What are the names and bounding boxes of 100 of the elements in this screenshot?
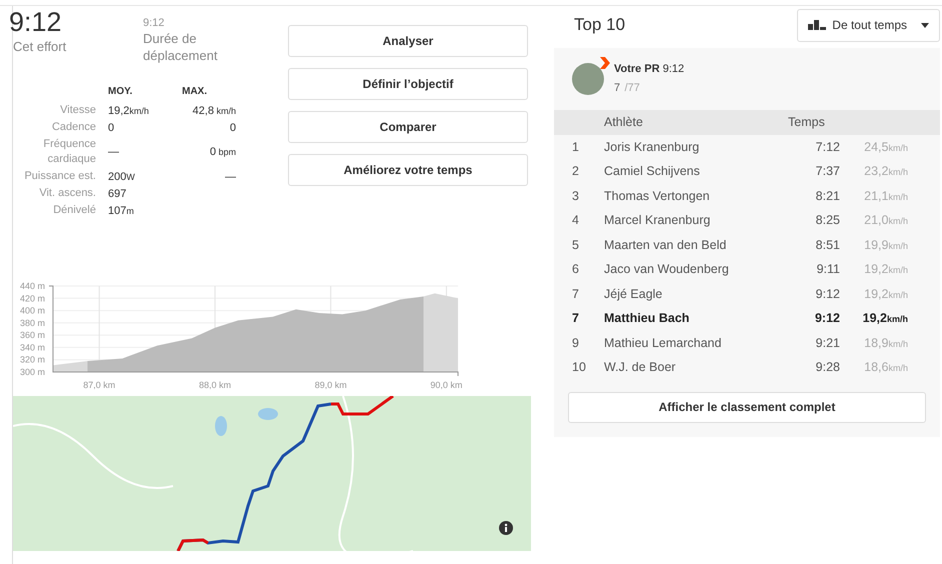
action-button[interactable]: Améliorez votre temps — [288, 154, 528, 186]
athlete-cell-text: Matthieu Bach — [604, 311, 690, 326]
stat-value: 0 — [228, 122, 236, 134]
stat-label: Vitesse — [59, 103, 96, 118]
stat-value: 19,2km/h — [108, 104, 150, 116]
y-tick-label: 380 m — [20, 318, 45, 328]
speed-cell-text: 18,9km/h — [863, 336, 908, 350]
time-cell-text: 8:21 — [814, 188, 840, 203]
leaderboard-row[interactable]: 6 Jaco van Woudenberg 9:11 19,2km/h — [554, 257, 940, 282]
speed-cell-text: 19,9km/h — [863, 238, 908, 252]
leaderboard-title: Top 10 — [574, 15, 626, 35]
time-filter-dropdown[interactable]: De tout temps — [797, 8, 940, 42]
speed-cell-text: 18,6km/h — [863, 360, 908, 374]
leaderboard-row[interactable]: 7 Matthieu Bach 9:12 19,2km/h — [554, 306, 940, 330]
moving-label: Durée de déplacement — [143, 30, 218, 64]
y-tick-label: 300 m — [20, 367, 45, 377]
stat-value: 200W — [108, 170, 136, 182]
caret-icon — [921, 22, 929, 28]
athlete-cell-text: W.J. de Boer — [604, 360, 677, 374]
leaderboard-row[interactable]: 5 Maarten van den Beld 8:51 19,9km/h — [554, 232, 940, 257]
stat-value: 0 bpm — [208, 146, 236, 158]
time-cell-text: 8:25 — [814, 213, 840, 228]
pr-rank: 7 — [614, 82, 620, 94]
action-button[interactable]: Comparer — [288, 111, 528, 143]
stat-label: Cadence — [50, 120, 96, 135]
stat-value: 697 — [108, 188, 128, 200]
x-tick-label: 87,0 km — [83, 380, 116, 390]
leaderboard-row[interactable]: 3 Thomas Vertongen 8:21 21,1km/h — [554, 184, 940, 208]
athlete-cell-text: Mathieu Lemarchand — [604, 336, 722, 350]
athlete-cell-text: Joris Kranenburg — [604, 140, 700, 154]
rank-cell-text: 9 — [572, 336, 580, 350]
stat-value: — — [108, 146, 120, 158]
leaderboard-row[interactable]: 2 Camiel Schijvens 7:37 23,2km/h — [554, 159, 940, 184]
stat-value: 0 — [108, 122, 116, 134]
athlete-cell-text: Jaco van Woudenberg — [604, 262, 730, 276]
y-tick-label: 400 m — [20, 306, 45, 316]
rank-cell-text: 7 — [572, 311, 580, 326]
rank-cell-text: 5 — [572, 238, 580, 252]
action-button[interactable]: Définir l’objectif — [288, 68, 528, 100]
x-tick-label: 90,0 km — [430, 380, 462, 390]
time-cell-text: 9:11 — [816, 262, 840, 276]
rank-cell-text: 3 — [572, 188, 580, 203]
leaderboard-row[interactable]: 4 Marcel Kranenburg 8:25 21,0km/h — [554, 208, 940, 232]
rank-cell-text: 1 — [572, 140, 580, 154]
leaderboard-row[interactable]: 7 Jéjé Eagle 9:12 19,2km/h — [554, 282, 940, 306]
y-tick-label: 340 m — [20, 342, 45, 352]
rank-cell-text: 6 — [572, 262, 580, 276]
rank-cell-text: 4 — [572, 213, 580, 228]
y-tick-label: 360 m — [20, 330, 45, 340]
time-cell-text: 8:51 — [814, 238, 840, 252]
time-cell-text: 9:12 — [814, 311, 840, 326]
x-tick-label: 89,0 km — [314, 380, 347, 390]
stat-label: Vit. ascens. — [38, 186, 96, 201]
speed-cell-text: 19,2km/h — [863, 262, 908, 276]
speed-cell-text: 19,2km/h — [862, 311, 908, 326]
time-cell-text: 9:21 — [814, 336, 840, 350]
y-tick-label: 420 m — [20, 293, 45, 304]
speed-cell-text: 23,2km/h — [863, 164, 908, 178]
stat-value: 42,8 km/h — [192, 104, 236, 116]
column-header: Temps — [788, 115, 826, 130]
time-cell-text: 9:12 — [814, 286, 840, 301]
chevron-badge-icon — [600, 57, 610, 69]
column-header: MOY. — [108, 86, 134, 97]
leaderboard-row[interactable]: 10 W.J. de Boer 9:28 18,6km/h — [554, 355, 940, 380]
leaderboard-row[interactable]: 1 Joris Kranenburg 7:12 24,5km/h — [554, 134, 940, 159]
stat-label: Dénivelé — [52, 203, 96, 218]
time-cell-text: 7:37 — [814, 164, 840, 178]
effort-time: 9:12 — [9, 6, 63, 38]
athlete-cell-text: Marcel Kranenburg — [604, 213, 712, 228]
athlete-cell-text: Maarten van den Beld — [604, 238, 728, 252]
full-leaderboard-button[interactable]: Afficher le classement complet — [568, 392, 926, 422]
speed-cell-text: 19,2km/h — [863, 286, 908, 301]
athlete-cell-text: Thomas Vertongen — [604, 188, 711, 203]
rank-cell-text: 10 — [572, 360, 587, 374]
personal-record: Votre PR 9:12 — [614, 62, 684, 74]
athlete-cell-text: Jéjé Eagle — [604, 286, 664, 301]
speed-cell-text: 24,5km/h — [863, 140, 908, 154]
stat-label: Puissance est. — [23, 169, 96, 184]
time-cell-text: 9:28 — [814, 360, 840, 374]
rank-cell-text: 7 — [572, 286, 580, 301]
pr-total: /77 — [624, 82, 640, 94]
leaderboard-row[interactable]: 9 Mathieu Lemarchand 9:21 18,9km/h — [554, 330, 940, 355]
time-cell-text: 7:12 — [814, 140, 840, 154]
moving-time: 9:12 — [143, 16, 166, 30]
action-button[interactable]: Analyser — [288, 25, 528, 57]
rank-cell-text: 2 — [572, 164, 580, 178]
speed-cell-text: 21,1km/h — [863, 188, 908, 203]
column-header: MAX. — [182, 86, 208, 97]
y-tick-label: 320 m — [20, 354, 45, 365]
x-tick-label: 88,0 km — [199, 380, 231, 390]
athlete-cell-text: Camiel Schijvens — [604, 164, 701, 178]
y-tick-label: 440 m — [20, 281, 45, 291]
column-header: Athlète — [604, 115, 644, 130]
info-icon[interactable] — [499, 521, 513, 535]
stat-label: Fréquence cardiaque — [42, 137, 96, 167]
stat-value: — — [224, 170, 236, 182]
bar-chart-icon — [808, 20, 826, 30]
speed-cell-text: 21,0km/h — [863, 213, 908, 228]
stat-value: 107m — [108, 204, 135, 216]
effort-label: Cet effort — [13, 38, 68, 55]
